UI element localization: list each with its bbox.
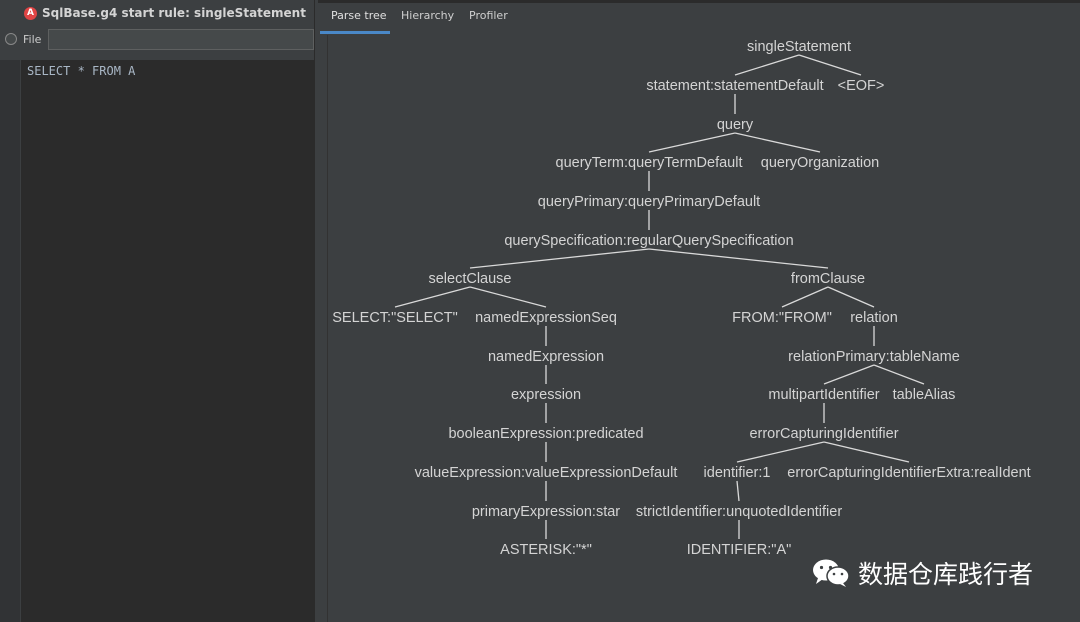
tree-edge	[648, 248, 829, 269]
tree-edge	[873, 364, 925, 385]
tree-edge	[734, 132, 821, 153]
tree-node[interactable]: queryOrganization	[761, 155, 880, 171]
tree-edge	[736, 480, 740, 502]
tree-node[interactable]: selectClause	[428, 271, 511, 287]
watermark-text: 数据仓库践行者	[858, 560, 1034, 589]
tree-edge	[734, 54, 800, 76]
tree-node[interactable]: singleStatement	[747, 39, 851, 55]
tree-node[interactable]: <EOF>	[838, 78, 885, 94]
tree-node[interactable]: query	[717, 117, 754, 133]
tree-node[interactable]: namedExpressionSeq	[475, 310, 617, 326]
tree-node[interactable]: IDENTIFIER:"A"	[687, 542, 792, 558]
tree-edge	[394, 286, 471, 308]
tree-node[interactable]: queryTerm:queryTermDefault	[556, 155, 743, 171]
tree-edge	[736, 441, 825, 463]
wechat-icon	[812, 558, 850, 588]
tree-node[interactable]: ASTERISK:"*"	[500, 542, 592, 558]
tree-node[interactable]: errorCapturingIdentifier	[749, 426, 898, 442]
tree-edge	[827, 286, 875, 308]
tree-node[interactable]: strictIdentifier:unquotedIdentifier	[636, 504, 843, 520]
tree-node[interactable]: queryPrimary:queryPrimaryDefault	[538, 194, 760, 210]
tree-node[interactable]: identifier:1	[704, 465, 771, 481]
tree-node[interactable]: namedExpression	[488, 349, 604, 365]
tree-node[interactable]: multipartIdentifier	[768, 387, 879, 403]
tree-edge	[648, 132, 736, 153]
tree-node[interactable]: errorCapturingIdentifierExtra:realIdent	[787, 465, 1030, 481]
tree-edge	[781, 286, 829, 308]
tree-node[interactable]: SELECT:"SELECT"	[332, 310, 458, 326]
tree-node[interactable]: relation	[850, 310, 898, 326]
tree-node[interactable]: valueExpression:valueExpressionDefault	[415, 465, 678, 481]
tree-node[interactable]: querySpecification:regularQuerySpecifica…	[504, 233, 793, 249]
tree-edge	[798, 54, 862, 76]
tree-edge	[823, 364, 875, 385]
parse-tree[interactable]: singleStatement statement:statementDefaul…	[0, 0, 1080, 622]
tree-edge	[469, 248, 650, 269]
tree-node[interactable]: relationPrimary:tableName	[788, 349, 960, 365]
tree-node[interactable]: FROM:"FROM"	[732, 310, 832, 326]
tree-node[interactable]: tableAlias	[893, 387, 956, 403]
watermark: 数据仓库践行者	[812, 555, 1033, 591]
tree-node[interactable]: statement:statementDefault	[646, 78, 823, 94]
tree-node[interactable]: fromClause	[791, 271, 865, 287]
tree-edge	[823, 441, 910, 463]
tree-node[interactable]: booleanExpression:predicated	[448, 426, 643, 442]
tree-node[interactable]: primaryExpression:star	[472, 504, 620, 520]
tree-edge	[469, 286, 547, 308]
tree-node[interactable]: expression	[511, 387, 581, 403]
